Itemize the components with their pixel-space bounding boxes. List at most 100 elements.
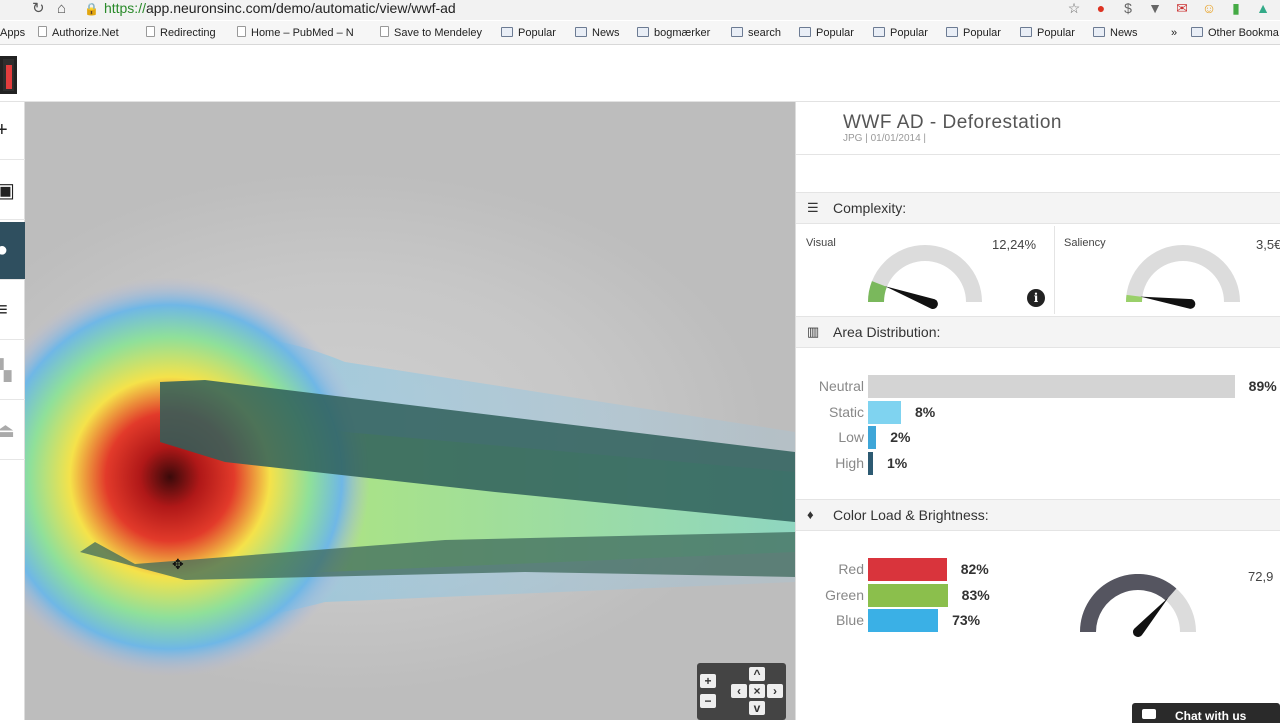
bookmark-apps[interactable]: Apps (0, 26, 25, 40)
page-icon (380, 26, 389, 37)
color-value: 82% (960, 561, 989, 577)
color-value: 73% (952, 612, 981, 628)
folder-icon (1191, 27, 1203, 37)
bookmark-folder[interactable]: Other Bookma (1191, 26, 1279, 40)
color-bar (868, 583, 948, 607)
image-icon[interactable]: ▣ (0, 162, 25, 220)
browser-url-bar: ↻ ⌂ 🔒 https://app.neuronsinc.com/demo/aut… (0, 0, 1280, 20)
pan-left-button[interactable]: ‹ (731, 684, 747, 698)
evernote-icon[interactable]: ▮ (1227, 0, 1245, 17)
area-value: 1% (887, 454, 908, 471)
drop-icon: ♦ (807, 507, 814, 522)
app-header (0, 46, 1280, 102)
bookmark-folder[interactable]: Popular (873, 26, 928, 40)
add-icon[interactable]: + (0, 102, 25, 160)
brightness-gauge (1080, 574, 1196, 638)
sidebar: + ▣ ● ≡ ▚ ⏏ (0, 102, 25, 720)
color-label: Red (838, 561, 864, 577)
bookmark-folder[interactable]: Popular (501, 26, 556, 40)
color-bar (868, 558, 947, 581)
divider (1054, 226, 1055, 314)
reset-view-button[interactable]: × (749, 684, 765, 698)
color-label: Blue (835, 612, 864, 628)
saliency-gauge (1126, 245, 1240, 309)
area-value: 89% (1248, 378, 1277, 394)
folder-icon (575, 27, 587, 37)
chat-bubble-icon (1142, 709, 1156, 719)
file-meta: JPG | 01/01/2014 | (843, 133, 927, 144)
dollar-icon[interactable]: $ (1119, 0, 1137, 17)
bookmark-item[interactable]: Redirecting (146, 26, 216, 40)
bookmark-folder[interactable]: News (1093, 26, 1138, 40)
chart-icon[interactable]: ▚ (0, 342, 25, 400)
area-bar (868, 451, 873, 475)
brightness-value: 72,9 (1248, 569, 1274, 584)
folder-icon (873, 27, 885, 37)
zoom-in-button[interactable]: + (700, 674, 716, 688)
analysis-panel: WWF AD - Deforestation JPG | 01/01/2014 … (795, 102, 1280, 720)
bookmark-folder[interactable]: search (731, 26, 781, 40)
bookmark-folder[interactable]: Popular (946, 26, 1001, 40)
bookmark-item[interactable]: Save to Mendeley (380, 26, 482, 40)
home-icon[interactable]: ⌂ (57, 0, 66, 18)
bookmark-folder[interactable]: bogmærker (637, 26, 710, 40)
reload-icon[interactable]: ↻ (32, 0, 45, 18)
bookmarks-bar: Apps Authorize.Net Redirecting Home – Pu… (0, 21, 1280, 45)
visual-label: Visual (806, 237, 836, 249)
pan-right-button[interactable]: › (767, 684, 783, 698)
color-label: Green (825, 586, 864, 603)
move-cursor-icon: ✥ (172, 557, 184, 573)
saliency-value: 3,5€ (1256, 237, 1280, 252)
area-distribution-header: ▥ Area Distribution: (796, 316, 1280, 348)
divider (796, 154, 1280, 155)
info-icon[interactable]: i (1027, 289, 1045, 307)
color-load-header: ♦ Color Load & Brightness: (796, 499, 1280, 531)
heatmap-overlay: ✥ (25, 277, 795, 677)
visual-gauge (868, 245, 982, 309)
color-value: 83% (961, 586, 990, 603)
zoom-controls: + − ^ ‹ × › v (697, 663, 786, 720)
bookmarks-overflow[interactable]: » (1171, 26, 1177, 40)
complexity-header: ☰ Complexity: (796, 192, 1280, 224)
pan-down-button[interactable]: v (749, 701, 765, 715)
area-label: High (835, 454, 864, 471)
bookmark-folder[interactable]: Popular (1020, 26, 1075, 40)
page-title: WWF AD - Deforestation (843, 112, 1062, 133)
extension-icons: ☆ ● $ ▼ ✉ ☺ ▮ ▲ (1065, 0, 1272, 17)
gmail-icon[interactable]: ✉ (1173, 0, 1191, 17)
bar-chart-icon: ▥ (807, 324, 820, 339)
area-value: 8% (914, 403, 936, 420)
folder-icon (637, 27, 649, 37)
list-icon[interactable]: ≡ (0, 282, 25, 340)
area-label: Neutral (818, 378, 864, 394)
star-icon[interactable]: ☆ (1065, 0, 1083, 17)
heatmap-icon[interactable]: ● (0, 222, 25, 280)
lock-icon: 🔒 (84, 2, 99, 16)
bookmark-item[interactable]: Home – PubMed – N (237, 26, 354, 40)
app-logo[interactable] (0, 56, 17, 94)
area-bar (868, 375, 1235, 398)
area-label: Low (838, 429, 864, 445)
pan-up-button[interactable]: ^ (749, 667, 765, 681)
color-bar (868, 609, 939, 632)
area-bar (868, 426, 877, 449)
heatmap-image[interactable]: ✥ (25, 102, 795, 720)
page-icon (146, 26, 155, 37)
folder-icon (1020, 27, 1032, 37)
record-icon[interactable]: ● (1092, 0, 1110, 17)
bookmark-folder[interactable]: News (575, 26, 620, 40)
area-value: 2% (890, 429, 911, 445)
pubmed-icon (237, 26, 246, 37)
zoom-out-button[interactable]: − (700, 694, 716, 708)
filter-icon[interactable]: ▼ (1146, 0, 1164, 17)
page-icon (38, 26, 47, 37)
address-field[interactable]: 🔒 https://app.neuronsinc.com/demo/automat… (84, 0, 456, 18)
face-icon[interactable]: ☺ (1200, 0, 1218, 17)
bookmark-item[interactable]: Authorize.Net (38, 26, 119, 40)
folder-icon (799, 27, 811, 37)
visual-value: 12,24% (992, 237, 1037, 252)
chat-button[interactable]: Chat with us (1132, 703, 1280, 723)
upload-icon[interactable]: ⏏ (0, 402, 25, 460)
drive-icon[interactable]: ▲ (1254, 0, 1272, 17)
bookmark-folder[interactable]: Popular (799, 26, 854, 40)
